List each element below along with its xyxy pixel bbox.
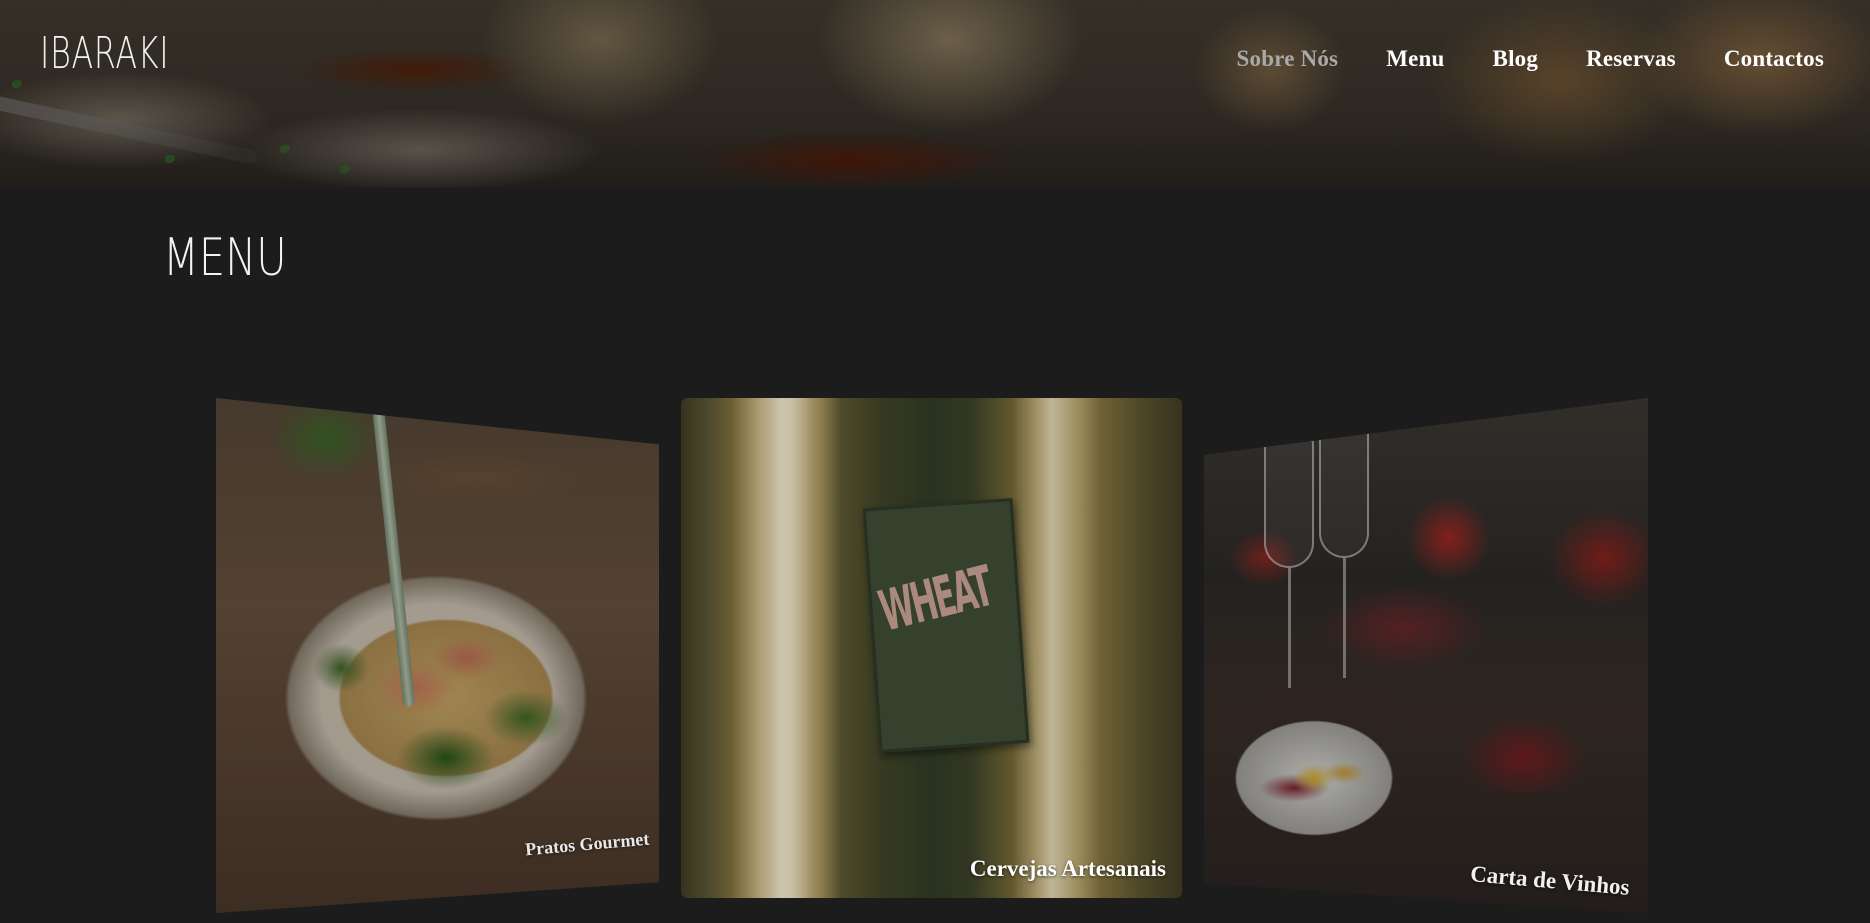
menu-card-carta-de-vinhos[interactable]: Carta de Vinhos [1204, 398, 1648, 914]
card-overlay [1204, 398, 1648, 914]
card-label: Cervejas Artesanais [969, 856, 1166, 881]
nav-item-reservas[interactable]: Reservas [1586, 46, 1676, 72]
nav-item-contactos[interactable]: Contactos [1724, 46, 1824, 72]
nav-item-blog[interactable]: Blog [1493, 46, 1539, 72]
card-overlay [681, 398, 1182, 898]
menu-card-cervejas-artesanais[interactable]: WHEAT Cervejas Artesanais [681, 398, 1182, 898]
hero-overlay [0, 0, 1870, 188]
nav-item-sobre-nos[interactable]: Sobre Nós [1237, 46, 1339, 72]
menu-card-pratos-gourmet[interactable]: Pratos Gourmet [216, 398, 659, 913]
hero-banner: IBARAKI Sobre Nós Menu Blog Reservas Con… [0, 0, 1870, 188]
site-logo[interactable]: IBARAKI [40, 32, 169, 76]
main-nav: Sobre Nós Menu Blog Reservas Contactos [1237, 46, 1824, 72]
nav-item-menu[interactable]: Menu [1386, 46, 1444, 72]
section-title: MENU [163, 228, 287, 288]
